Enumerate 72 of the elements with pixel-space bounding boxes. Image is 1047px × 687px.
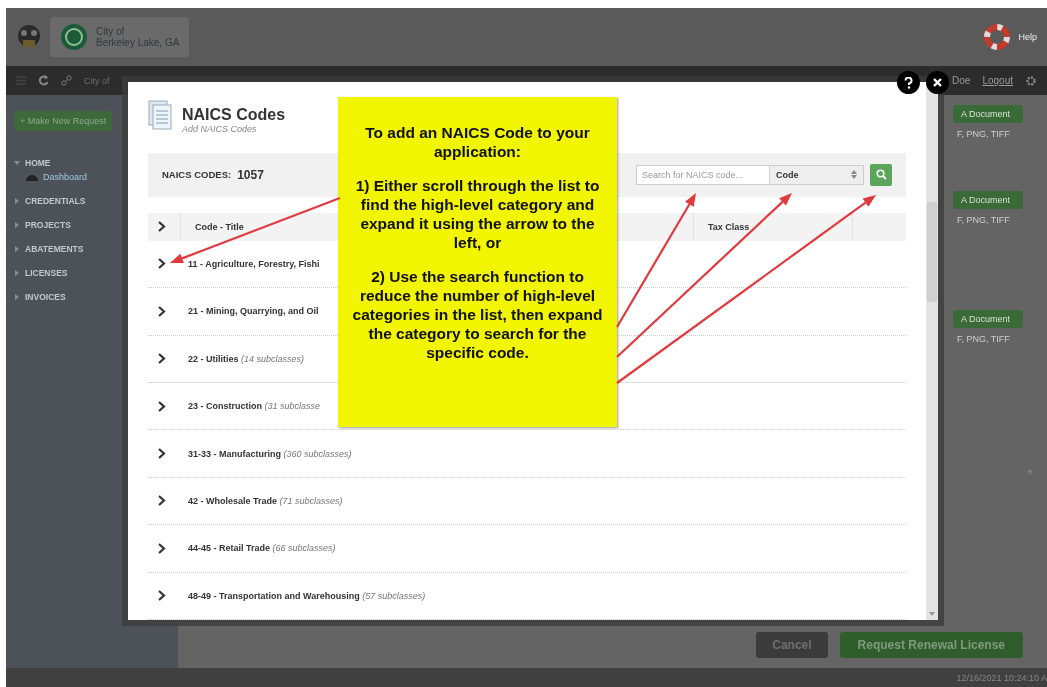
chevron-icon[interactable] xyxy=(158,542,166,554)
category-name: 31-33 - Manufacturing (360 subclasses) xyxy=(188,448,352,459)
file-types: F, PNG, TIFF xyxy=(956,129,1011,139)
file-types: F, PNG, TIFF xyxy=(956,334,1011,344)
chevron-icon[interactable] xyxy=(158,305,166,317)
seal-icon xyxy=(60,23,88,51)
sidebar-label: PROJECTS xyxy=(25,220,71,230)
dialog-title: NAICS Codes xyxy=(182,106,286,124)
sidebar-item[interactable]: CREDENTIALS xyxy=(14,189,178,213)
caret-icon xyxy=(14,222,20,228)
count-label: NAICS CODES: xyxy=(162,169,232,181)
category-name: 21 - Mining, Quarrying, and Oil xyxy=(188,306,319,317)
dialog-subtitle: Add NAICS Codes xyxy=(182,124,258,134)
chevron-icon[interactable] xyxy=(158,400,166,412)
caret-icon xyxy=(14,294,20,300)
required-mark: * xyxy=(1027,466,1033,482)
document-icon xyxy=(148,100,172,130)
settings-icon[interactable] xyxy=(1025,74,1037,87)
sidebar-label: HOME xyxy=(25,158,51,168)
sort-icon xyxy=(851,170,857,180)
caret-icon xyxy=(14,270,20,276)
add-document-button[interactable]: A Document xyxy=(953,105,1023,123)
search-icon xyxy=(875,169,887,181)
caret-icon xyxy=(14,246,20,252)
timestamp: 12/16/2021 10:24:10 A xyxy=(956,672,1047,683)
sidebar-item[interactable]: LICENSES xyxy=(14,261,178,285)
count-value: 1057 xyxy=(237,167,264,182)
logout-link[interactable]: Logout xyxy=(982,75,1013,86)
dashboard-icon xyxy=(26,173,38,181)
search-field[interactable]: Search for NAICS code... xyxy=(636,164,770,185)
new-request-button[interactable]: + Make New Request xyxy=(14,111,113,131)
sidebar-label: LICENSES xyxy=(25,268,68,278)
help-link[interactable]: Help xyxy=(1018,32,1037,42)
sidebar-label: Dashboard xyxy=(43,172,88,182)
filter-select[interactable]: Code xyxy=(770,164,864,185)
sidebar-label: ABATEMENTS xyxy=(25,244,84,254)
search-button[interactable] xyxy=(870,163,892,186)
org-name: Berkeley Lake, GA xyxy=(96,37,180,48)
caret-icon xyxy=(14,198,20,204)
category-name: 23 - Construction (31 subclasse xyxy=(188,401,321,412)
refresh-icon[interactable] xyxy=(38,75,49,86)
add-document-button[interactable]: A Document xyxy=(953,310,1023,328)
add-document-button[interactable]: A Document xyxy=(953,191,1023,209)
instruction-text: 2) Use the search function to reduce the number of high-level categories in the list, then expand the category to search for the specific code. xyxy=(351,267,604,362)
sidebar-label: CREDENTIALS xyxy=(25,196,86,206)
category-name: 42 - Wholesale Trade (71 subclasses) xyxy=(188,495,343,506)
link-icon[interactable] xyxy=(61,75,72,86)
sidebar-label: INVOICES xyxy=(25,292,66,302)
lifebuoy-icon[interactable] xyxy=(984,24,1011,50)
category-name: 11 - Agriculture, Forestry, Fishi xyxy=(188,258,320,269)
question-icon xyxy=(904,76,913,89)
instruction-text: To add an NAICS Code to your application: xyxy=(364,123,591,161)
sidebar-item[interactable]: PROJECTS xyxy=(14,213,178,237)
file-types: F, PNG, TIFF xyxy=(956,215,1011,225)
chevron-icon[interactable] xyxy=(158,258,166,270)
column-header: Tax Class xyxy=(693,212,852,241)
category-name: 22 - Utilities (14 subclasses) xyxy=(188,353,305,364)
chevron-icon[interactable] xyxy=(158,448,166,460)
user-name: Doe xyxy=(952,75,971,86)
scrollbar-thumb[interactable] xyxy=(927,202,937,302)
emblem-icon xyxy=(16,24,42,50)
expand-all-icon[interactable] xyxy=(158,221,166,233)
chevron-icon[interactable] xyxy=(158,353,166,365)
sidebar-item[interactable]: ABATEMENTS xyxy=(14,237,178,261)
chevron-icon[interactable] xyxy=(158,495,166,507)
sidebar-item[interactable]: INVOICES xyxy=(14,285,178,309)
close-icon xyxy=(933,78,942,87)
category-name: 44-45 - Retail Trade (66 subclasses) xyxy=(188,543,336,554)
chevron-icon[interactable] xyxy=(158,590,166,602)
request-renewal-button[interactable]: Request Renewal License xyxy=(839,632,1023,658)
caret-icon xyxy=(14,160,20,166)
category-name: 48-49 - Transportation and Warehousing (57 subclasses) xyxy=(188,590,426,601)
